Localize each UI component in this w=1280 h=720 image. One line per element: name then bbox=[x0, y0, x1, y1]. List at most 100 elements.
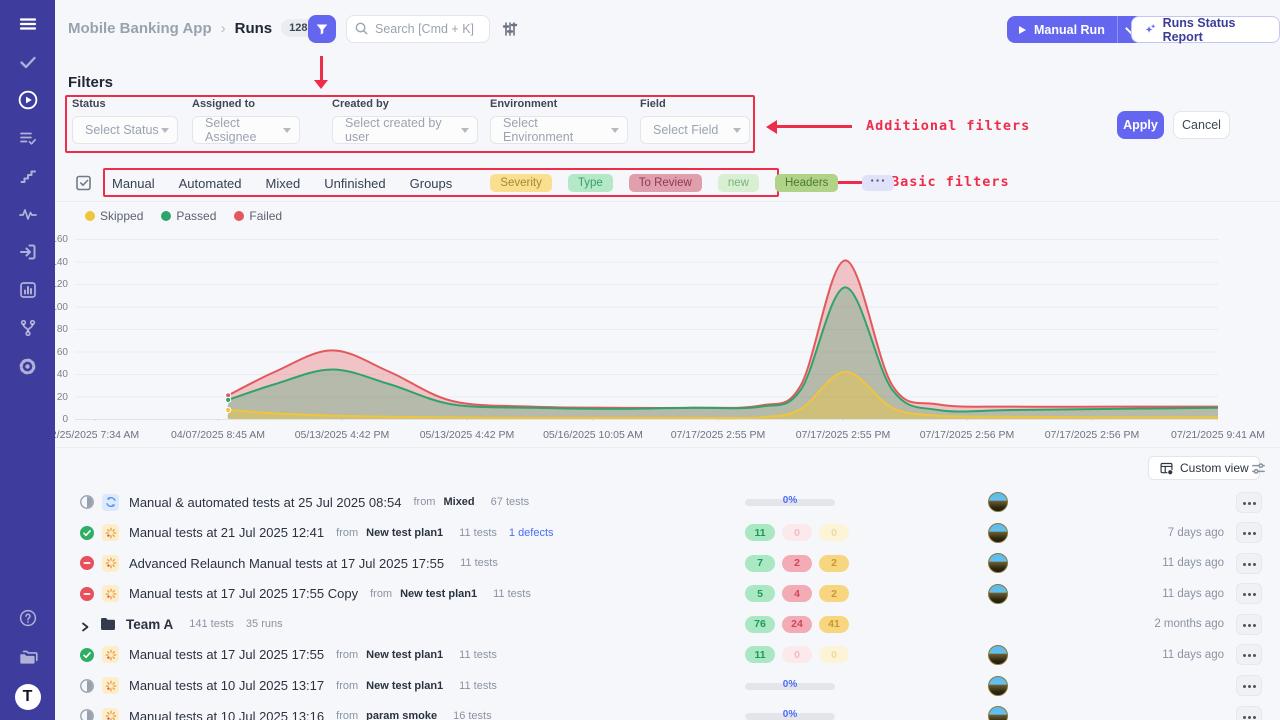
run-row[interactable]: Manual tests at 17 Jul 2025 17:55 Copyfr… bbox=[60, 581, 1270, 607]
assignee-avatar[interactable] bbox=[988, 584, 1008, 604]
filter-tag-severity[interactable]: Severity bbox=[490, 174, 552, 192]
row-menu-button[interactable] bbox=[1236, 522, 1262, 543]
select-all-icon[interactable] bbox=[74, 173, 94, 193]
breadcrumb-project[interactable]: Mobile Banking App bbox=[68, 20, 212, 37]
runs-play-icon[interactable] bbox=[12, 88, 44, 112]
filter-tag-to-review[interactable]: To Review bbox=[629, 174, 702, 192]
tests-check-icon[interactable] bbox=[12, 50, 44, 74]
apply-button[interactable]: Apply bbox=[1117, 111, 1164, 139]
pulse-icon[interactable] bbox=[12, 202, 44, 226]
run-row[interactable]: Advanced Relaunch Manual tests at 17 Jul… bbox=[60, 550, 1270, 576]
assignee-avatar[interactable] bbox=[988, 492, 1008, 512]
run-tests-count: 11 tests bbox=[459, 680, 497, 692]
run-from-label: from bbox=[336, 680, 358, 692]
more-filters-button[interactable]: ··· bbox=[862, 175, 894, 191]
chart-marker-dot bbox=[226, 397, 231, 402]
filter-assignee-select[interactable]: Select Assignee bbox=[192, 116, 300, 144]
run-title[interactable]: Manual tests at 17 Jul 2025 17:55 Copy bbox=[129, 586, 358, 601]
quick-filter-manual[interactable]: Manual bbox=[112, 176, 155, 191]
import-icon[interactable] bbox=[12, 240, 44, 264]
run-title[interactable]: Manual tests at 10 Jul 2025 13:17 bbox=[129, 678, 324, 693]
quick-filter-unfinished[interactable]: Unfinished bbox=[324, 176, 385, 191]
assignee-avatar[interactable] bbox=[988, 523, 1008, 543]
row-menu-button[interactable] bbox=[1236, 614, 1262, 635]
settings-gear-icon[interactable] bbox=[12, 354, 44, 378]
run-source[interactable]: Mixed bbox=[443, 496, 474, 508]
assignee-avatar[interactable] bbox=[988, 645, 1008, 665]
branches-icon[interactable] bbox=[12, 316, 44, 340]
run-from-label: from bbox=[336, 527, 358, 539]
run-source[interactable]: New test plan1 bbox=[366, 649, 443, 661]
list-settings-icon[interactable] bbox=[1250, 460, 1267, 477]
app-logo[interactable]: T bbox=[15, 684, 41, 710]
assignee-avatar[interactable] bbox=[988, 553, 1008, 573]
filter-tag-headers[interactable]: Headers bbox=[775, 174, 838, 192]
legend-item-failed[interactable]: Failed bbox=[234, 209, 282, 223]
assignee-avatar[interactable] bbox=[988, 676, 1008, 696]
legend-item-passed[interactable]: Passed bbox=[161, 209, 216, 223]
breadcrumb-page[interactable]: Runs bbox=[235, 20, 273, 37]
x-axis-label: 07/17/2025 2:55 PM bbox=[671, 429, 766, 441]
row-menu-button[interactable] bbox=[1236, 706, 1262, 720]
row-menu-button[interactable] bbox=[1236, 675, 1262, 696]
manual-run-button[interactable]: Manual Run bbox=[1007, 16, 1145, 43]
cancel-button[interactable]: Cancel bbox=[1173, 111, 1230, 139]
group-title[interactable]: Team A bbox=[126, 617, 173, 632]
menu-icon[interactable] bbox=[12, 12, 44, 36]
failed-badge: 24 bbox=[782, 616, 812, 633]
filter-environment-select[interactable]: Select Environment bbox=[490, 116, 628, 144]
header-adjust-icon[interactable] bbox=[501, 20, 519, 38]
filter-tag-type[interactable]: Type bbox=[568, 174, 613, 192]
run-updated-time: 2 months ago bbox=[1154, 618, 1224, 630]
sparkles-icon bbox=[1143, 22, 1157, 37]
run-row[interactable]: Manual tests at 10 Jul 2025 13:16frompar… bbox=[60, 703, 1270, 720]
assignee-avatar[interactable] bbox=[988, 706, 1008, 720]
row-menu-button[interactable] bbox=[1236, 492, 1262, 513]
quick-filter-groups[interactable]: Groups bbox=[410, 176, 453, 191]
run-row[interactable]: Manual & automated tests at 25 Jul 2025 … bbox=[60, 489, 1270, 515]
row-menu-button[interactable] bbox=[1236, 644, 1262, 665]
row-menu-button[interactable] bbox=[1236, 553, 1262, 574]
run-title[interactable]: Manual & automated tests at 25 Jul 2025 … bbox=[129, 495, 401, 510]
chevron-right-icon[interactable] bbox=[80, 619, 90, 629]
run-tests-count: 67 tests bbox=[491, 496, 530, 508]
filter-created-by-select[interactable]: Select created by user bbox=[332, 116, 478, 144]
run-updated-time: 11 days ago bbox=[1162, 588, 1224, 600]
run-row[interactable]: Manual tests at 21 Jul 2025 12:41 from New… bbox=[60, 520, 1270, 546]
filter-field-select[interactable]: Select Field bbox=[640, 116, 750, 144]
projects-folder-icon[interactable] bbox=[12, 645, 44, 669]
run-result-badges: 762441 bbox=[745, 616, 849, 633]
run-type-manual-icon bbox=[102, 677, 119, 694]
legend-item-skipped[interactable]: Skipped bbox=[85, 209, 143, 223]
row-menu-button[interactable] bbox=[1236, 583, 1262, 604]
run-source[interactable]: New test plan1 bbox=[366, 680, 443, 692]
run-title[interactable]: Manual tests at 21 Jul 2025 12:41 bbox=[129, 525, 324, 540]
analytics-icon[interactable] bbox=[12, 278, 44, 302]
runs-status-report-button[interactable]: Runs Status Report bbox=[1131, 16, 1280, 43]
failed-badge: 0 bbox=[782, 524, 812, 541]
run-source[interactable]: New test plan1 bbox=[366, 527, 443, 539]
skipped-badge: 41 bbox=[819, 616, 849, 633]
run-title[interactable]: Manual tests at 10 Jul 2025 13:16 bbox=[129, 709, 324, 720]
run-type-manual-icon bbox=[102, 524, 119, 541]
run-row[interactable]: Manual tests at 17 Jul 2025 17:55fromNew… bbox=[60, 642, 1270, 668]
run-defects-link[interactable]: 1 defects bbox=[509, 527, 554, 539]
run-row[interactable]: Manual tests at 10 Jul 2025 13:17 from New… bbox=[60, 673, 1270, 699]
milestones-icon[interactable] bbox=[12, 164, 44, 188]
breadcrumb: Mobile Banking App › Runs 128 bbox=[68, 19, 315, 37]
quick-filter-mixed[interactable]: Mixed bbox=[266, 176, 301, 191]
run-group-row[interactable]: Team A141 tests35 runs7624412 months ago bbox=[60, 611, 1270, 637]
run-source[interactable]: param smoke bbox=[366, 710, 437, 720]
run-progress: 0% bbox=[745, 495, 835, 509]
quick-filter-automated[interactable]: Automated bbox=[179, 176, 242, 191]
table-settings-icon bbox=[1159, 461, 1174, 476]
run-title[interactable]: Manual tests at 17 Jul 2025 17:55 bbox=[129, 647, 324, 662]
filter-status-select[interactable]: Select Status bbox=[72, 116, 178, 144]
help-icon[interactable] bbox=[12, 606, 44, 630]
custom-view-button[interactable]: Custom view bbox=[1148, 456, 1260, 480]
test-plans-icon[interactable] bbox=[12, 126, 44, 150]
filter-toggle-button[interactable] bbox=[308, 15, 336, 43]
run-source[interactable]: New test plan1 bbox=[400, 588, 477, 600]
filter-tag-new[interactable]: new bbox=[718, 174, 759, 192]
run-title[interactable]: Advanced Relaunch Manual tests at 17 Jul… bbox=[129, 556, 444, 571]
